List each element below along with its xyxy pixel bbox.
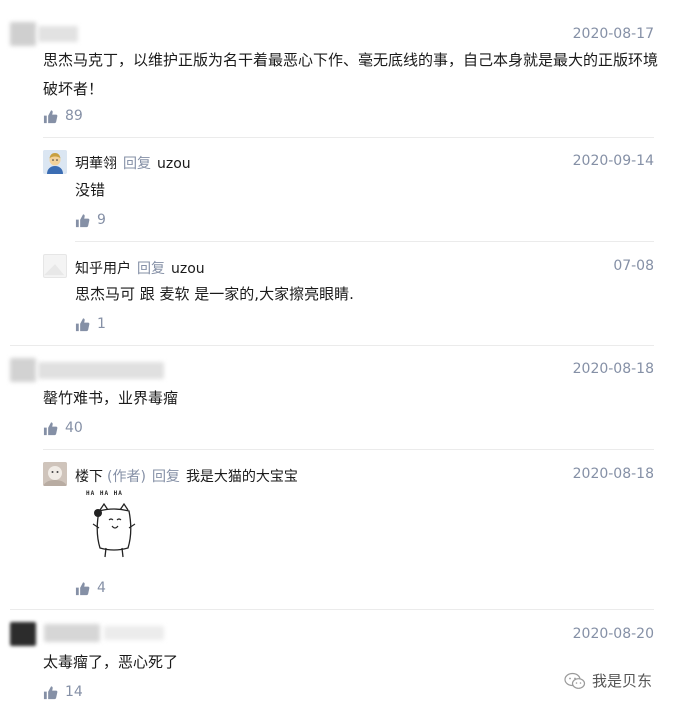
reply-text: 思杰马可 跟 麦软 是一家的,大家擦亮眼睛. xyxy=(75,285,354,303)
username[interactable]: 知乎用户 xyxy=(75,261,131,277)
thumbs-up-icon xyxy=(43,685,58,699)
comment-text: 思杰马克丁，以维护正版为名干着最恶心下作、毫无底线的事，自己本身就是最大的正版环… xyxy=(43,51,659,69)
like-button[interactable]: 9 xyxy=(75,212,106,228)
avatar-blurred[interactable] xyxy=(10,622,36,646)
divider xyxy=(43,137,654,138)
comment-date: 2020-08-20 xyxy=(572,626,654,642)
reply-label: 回复 xyxy=(137,261,165,277)
reply-header: 楼下 (作者) 回复 我是大猫的大宝宝 xyxy=(75,466,298,486)
comment-text-cont: 破坏者！ xyxy=(43,80,104,98)
reply-header: 知乎用户 回复 uzou xyxy=(75,258,205,278)
like-button[interactable]: 4 xyxy=(75,580,106,596)
thumbs-up-icon xyxy=(75,581,90,595)
comment-date: 2020-08-18 xyxy=(572,361,654,377)
reply-text: 没错 xyxy=(75,181,106,199)
watermark: 我是贝东 xyxy=(564,670,652,691)
reply-label: 回复 xyxy=(123,156,151,172)
reply-date: 2020-09-14 xyxy=(572,153,654,169)
avatar-blurred[interactable] xyxy=(10,22,36,46)
sticker-text: HA HA HA xyxy=(86,490,123,497)
author-tag: (作者) xyxy=(107,469,146,485)
avatar-photo-icon xyxy=(43,462,67,486)
laughing-cat-sticker[interactable]: HA HA HA xyxy=(84,490,144,560)
default-avatar-icon xyxy=(44,264,65,276)
thumbs-up-icon xyxy=(43,421,58,435)
cat-drawing-icon xyxy=(92,502,136,558)
username-blurred[interactable] xyxy=(38,362,164,379)
comment-date: 2020-08-17 xyxy=(572,26,654,42)
avatar[interactable] xyxy=(43,150,67,174)
reply-to-user[interactable]: 我是大猫的大宝宝 xyxy=(186,469,298,485)
avatar-default[interactable] xyxy=(43,254,67,278)
wechat-icon xyxy=(564,672,586,689)
divider xyxy=(75,241,654,242)
like-count: 4 xyxy=(97,580,106,596)
avatar-cartoon-icon xyxy=(43,150,67,174)
watermark-text: 我是贝东 xyxy=(591,672,652,690)
username[interactable]: 玥華翎 xyxy=(75,156,117,172)
username-blurred[interactable] xyxy=(44,624,100,642)
divider xyxy=(10,609,654,610)
username[interactable]: 楼下 xyxy=(75,469,103,485)
username-blurred-tail xyxy=(104,626,164,640)
avatar-blurred[interactable] xyxy=(10,358,36,382)
divider xyxy=(43,449,654,450)
thumbs-up-icon xyxy=(43,109,58,123)
reply-date: 2020-08-18 xyxy=(572,466,654,482)
comment-text: 罄竹难书，业界毒瘤 xyxy=(43,389,179,407)
like-count: 1 xyxy=(97,316,106,332)
like-button[interactable]: 40 xyxy=(43,420,83,436)
comment-text: 太毒瘤了，恶心死了 xyxy=(43,653,179,671)
like-count: 9 xyxy=(97,212,106,228)
username-blurred[interactable] xyxy=(38,26,78,42)
avatar[interactable] xyxy=(43,462,67,486)
like-button[interactable]: 1 xyxy=(75,316,106,332)
divider xyxy=(10,345,654,346)
like-count: 40 xyxy=(65,420,83,436)
like-button[interactable]: 89 xyxy=(43,108,83,124)
like-count: 14 xyxy=(65,684,83,700)
thumbs-up-icon xyxy=(75,317,90,331)
reply-header: 玥華翎 回复 uzou xyxy=(75,153,191,173)
thumbs-up-icon xyxy=(75,213,90,227)
reply-date: 07-08 xyxy=(613,258,654,274)
reply-label: 回复 xyxy=(151,469,180,485)
reply-to-user[interactable]: uzou xyxy=(157,156,191,172)
like-button[interactable]: 14 xyxy=(43,684,83,700)
like-count: 89 xyxy=(65,108,83,124)
reply-to-user[interactable]: uzou xyxy=(171,261,205,277)
